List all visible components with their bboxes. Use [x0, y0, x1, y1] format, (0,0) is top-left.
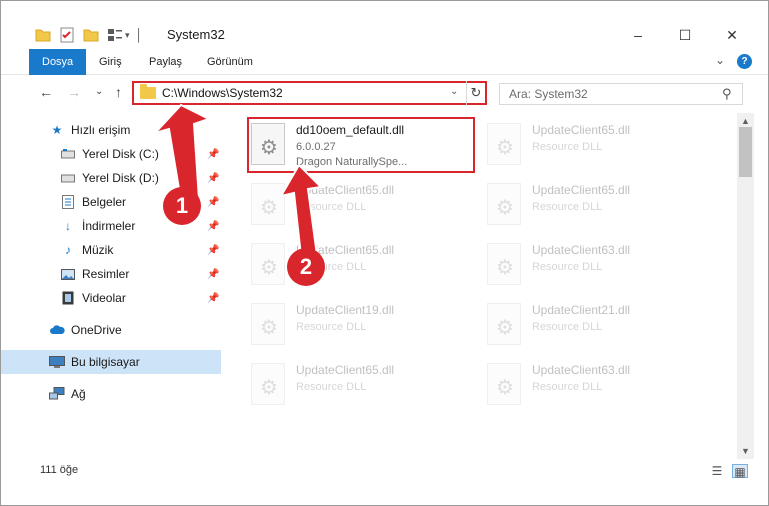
- annotation-arrows: [151, 103, 324, 258]
- arrow-2: [278, 163, 324, 258]
- file-explorer-window: ▾ │ System32 – ☐ ✕ Dosya Giriş Paylaş Gö…: [0, 0, 769, 506]
- step-1-badge: 1: [163, 187, 201, 225]
- step-2-badge: 2: [287, 248, 325, 286]
